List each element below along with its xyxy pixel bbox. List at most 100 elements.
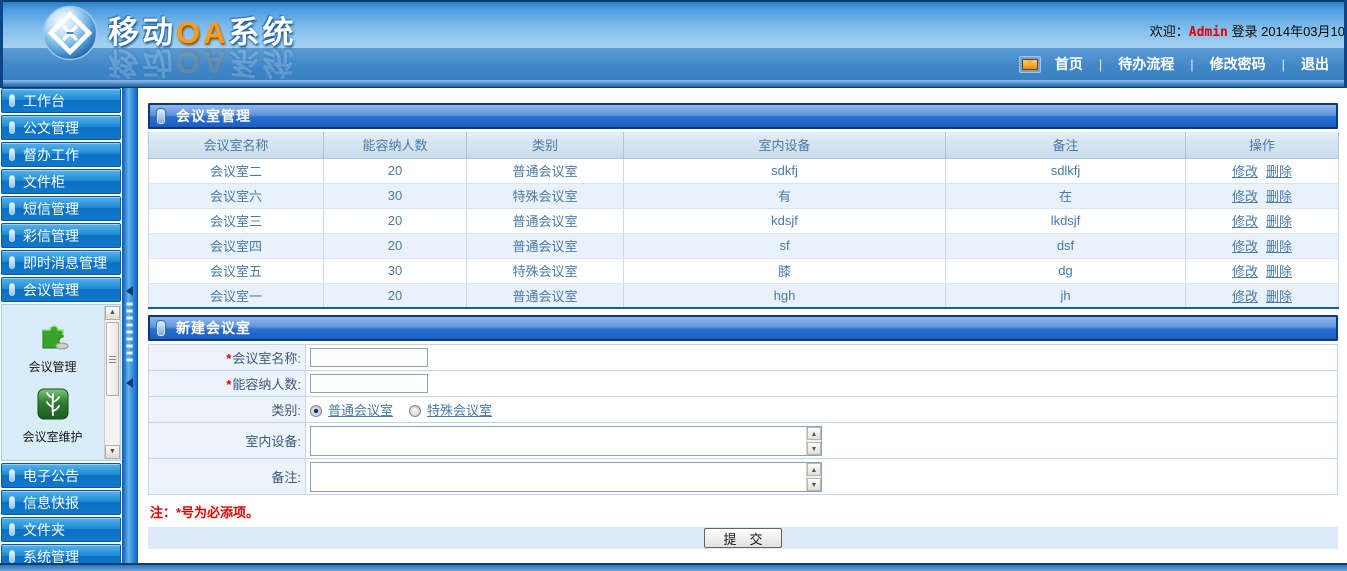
col-type: 类别 — [467, 132, 624, 158]
meeting-submenu-panel: 会议管理 会议室维护 ▲ ▼ — [1, 304, 121, 461]
sidebar-item-folders[interactable]: 文件夹 — [1, 517, 121, 542]
nav-logout[interactable]: 退出 — [1301, 54, 1329, 74]
room-name-label: *会议室名称: — [149, 345, 306, 371]
table-row: 会议室二20普通会议室sdkfjsdlkfj 修改删除 — [149, 158, 1339, 183]
sidebar-item-sms[interactable]: 短信管理 — [1, 196, 121, 221]
required-note: 注：*号为必添项。 — [148, 495, 1338, 527]
table-row: 会议室四20普通会议室sfdsf 修改删除 — [149, 233, 1339, 258]
delete-link[interactable]: 删除 — [1266, 289, 1292, 304]
app-title-prefix: 移动 — [108, 15, 176, 50]
menu-pill-icon — [9, 229, 15, 242]
menu-pill-icon — [9, 256, 15, 269]
puzzle-icon — [35, 318, 71, 355]
room-name-input[interactable] — [310, 348, 428, 367]
radio-special-room-label[interactable]: 特殊会议室 — [427, 403, 492, 418]
collapse-arrow-icon[interactable] — [126, 286, 133, 296]
sidebar-item-newsletter[interactable]: 信息快报 — [1, 490, 121, 515]
edit-link[interactable]: 修改 — [1232, 239, 1258, 254]
menu-pill-icon — [9, 496, 15, 509]
scrollbar-thumb[interactable] — [106, 322, 119, 396]
section-pill-icon — [157, 109, 165, 124]
note-label: 备注: — [149, 459, 306, 495]
welcome-login-text: 登录 — [1232, 24, 1258, 39]
top-navbar: 首页 | 待办流程 | 修改密码 | 退出 — [0, 48, 1347, 80]
required-mark: * — [226, 351, 231, 366]
col-note: 备注 — [946, 132, 1186, 158]
scroll-up-icon[interactable]: ▲ — [807, 427, 821, 440]
col-capacity: 能容纳人数 — [324, 132, 467, 158]
sidebar-splitter[interactable] — [122, 88, 138, 571]
nav-pending-flow[interactable]: 待办流程 — [1118, 54, 1174, 74]
main-content: 会议室管理 会议室名称 能容纳人数 类别 室内设备 备注 操作 — [138, 88, 1347, 563]
app-title: 移动OA系统 — [108, 7, 297, 52]
app-header: 移动OA系统 移动OA系统 欢迎：Admin 登录 2014年03月10 首页 … — [0, 0, 1347, 88]
edit-link[interactable]: 修改 — [1232, 214, 1258, 229]
radio-normal-room[interactable] — [310, 405, 322, 417]
col-equipment: 室内设备 — [624, 132, 946, 158]
section-title: 会议室管理 — [176, 106, 251, 126]
radio-special-room[interactable] — [409, 405, 421, 417]
nav-home[interactable]: 首页 — [1055, 54, 1083, 74]
table-header-row: 会议室名称 能容纳人数 类别 室内设备 备注 操作 — [149, 132, 1339, 158]
menu-pill-icon — [9, 121, 15, 134]
sidebar-item-workbench[interactable]: 工作台 — [1, 88, 121, 113]
sidebar-item-meeting[interactable]: 会议管理 — [1, 277, 121, 302]
oa-system-page: 移动OA系统 移动OA系统 欢迎：Admin 登录 2014年03月10 首页 … — [0, 0, 1347, 571]
nav-change-password[interactable]: 修改密码 — [1210, 54, 1266, 74]
menu-pill-icon — [9, 175, 15, 188]
table-row: 会议室六30特殊会议室有在 修改删除 — [149, 183, 1339, 208]
mail-icon — [1022, 59, 1038, 70]
welcome-label: 欢迎： — [1150, 24, 1189, 39]
edit-link[interactable]: 修改 — [1232, 164, 1258, 179]
section-title: 新建会议室 — [176, 318, 251, 338]
sidebar-item-supervision[interactable]: 督办工作 — [1, 142, 121, 167]
note-textarea[interactable] — [311, 463, 806, 491]
sidebar-subitem-meeting-room-maintenance[interactable]: 会议室维护 — [2, 388, 103, 445]
section-pill-icon — [157, 321, 165, 336]
menu-pill-icon — [9, 523, 15, 536]
table-row: 会议室五30特殊会议室膝dg 修改删除 — [149, 258, 1339, 283]
col-room-name: 会议室名称 — [149, 132, 324, 158]
scroll-down-icon[interactable]: ▼ — [807, 442, 821, 455]
submenu-scrollbar: ▲ ▼ — [104, 306, 119, 459]
table-row: 会议室三20普通会议室kdsjflkdsjf 修改删除 — [149, 208, 1339, 233]
capacity-label: *能容纳人数: — [149, 371, 306, 397]
equipment-textarea[interactable] — [311, 427, 806, 455]
sidebar-item-bulletin[interactable]: 电子公告 — [1, 463, 121, 488]
submit-button[interactable]: 提 交 — [704, 528, 782, 548]
mail-tile[interactable] — [1019, 56, 1041, 73]
delete-link[interactable]: 删除 — [1266, 164, 1292, 179]
capacity-input[interactable] — [310, 374, 428, 393]
welcome-username: Admin — [1189, 25, 1228, 40]
edit-link[interactable]: 修改 — [1232, 189, 1258, 204]
note-textarea-wrap: ▲▼ — [310, 462, 822, 492]
required-mark: * — [226, 377, 231, 392]
app-title-oa: OA — [176, 15, 229, 50]
edit-link[interactable]: 修改 — [1232, 264, 1258, 279]
delete-link[interactable]: 删除 — [1266, 189, 1292, 204]
menu-pill-icon — [9, 283, 15, 296]
sidebar-subitem-meeting-management[interactable]: 会议管理 — [2, 318, 103, 375]
sidebar-item-instant-message[interactable]: 即时消息管理 — [1, 250, 121, 275]
sidebar-item-file-cabinet[interactable]: 文件柜 — [1, 169, 121, 194]
delete-link[interactable]: 删除 — [1266, 214, 1292, 229]
scroll-up-icon[interactable]: ▲ — [807, 463, 821, 476]
scroll-up-icon[interactable]: ▲ — [105, 306, 120, 320]
new-meeting-room-section-bar: 新建会议室 — [148, 315, 1338, 341]
sidebar-item-documents[interactable]: 公文管理 — [1, 115, 121, 140]
type-label: 类别: — [149, 397, 306, 423]
delete-link[interactable]: 删除 — [1266, 239, 1292, 254]
radio-normal-room-label[interactable]: 普通会议室 — [328, 403, 393, 418]
scroll-down-icon[interactable]: ▼ — [807, 478, 821, 491]
submit-strip: 提 交 — [148, 527, 1338, 549]
app-title-suffix: 系统 — [229, 15, 297, 50]
collapse-arrow-icon[interactable] — [126, 378, 133, 388]
menu-pill-icon — [9, 94, 15, 107]
equipment-label: 室内设备: — [149, 423, 306, 459]
col-actions: 操作 — [1186, 132, 1339, 158]
scroll-down-icon[interactable]: ▼ — [105, 445, 120, 459]
edit-link[interactable]: 修改 — [1232, 289, 1258, 304]
page-bottom-strip — [0, 563, 1347, 571]
sidebar-item-mms[interactable]: 彩信管理 — [1, 223, 121, 248]
delete-link[interactable]: 删除 — [1266, 264, 1292, 279]
